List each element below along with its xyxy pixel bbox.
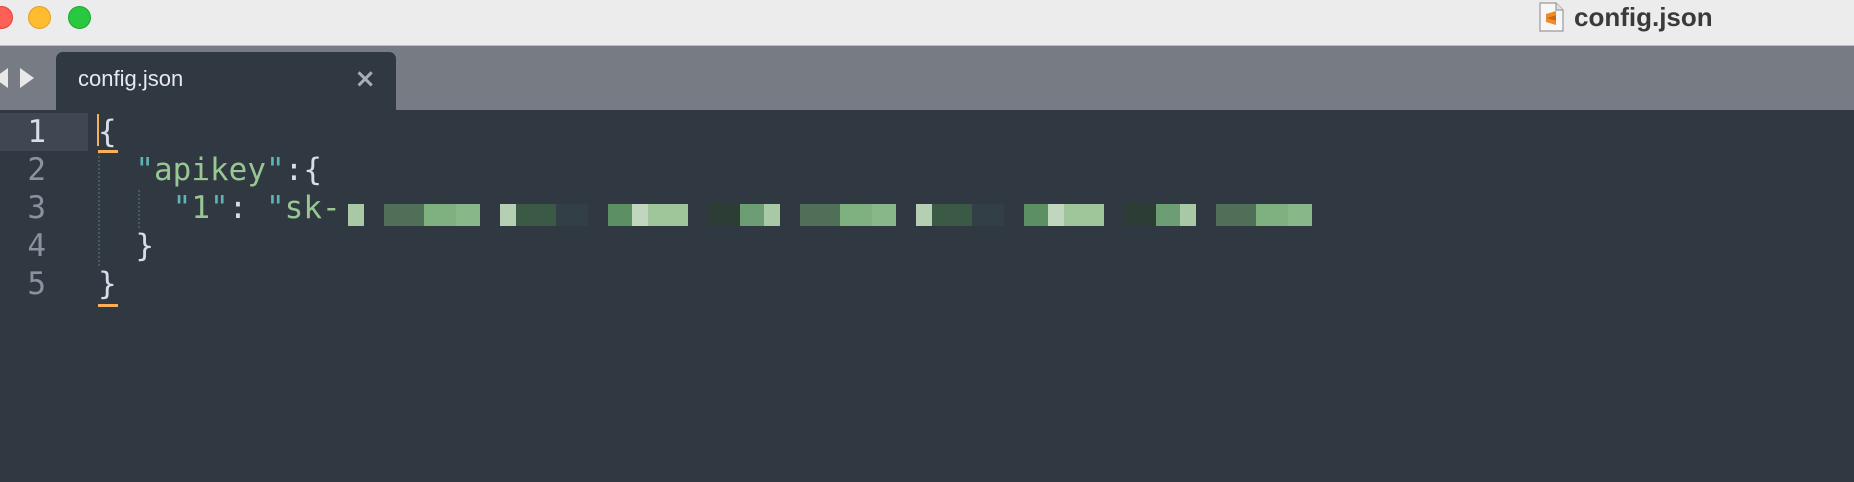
- redaction-pixel: [632, 204, 648, 226]
- tab-close-icon[interactable]: ×: [354, 66, 376, 92]
- line-content: "apikey":{: [98, 151, 322, 189]
- tab-next-arrow-icon[interactable]: [20, 68, 34, 88]
- window-title-group: config.json: [1538, 0, 1713, 34]
- redaction-pixel: [740, 204, 764, 226]
- redaction-pixel: [800, 204, 840, 226]
- code-token: 1: [191, 190, 210, 226]
- redaction-pixel: [916, 204, 932, 226]
- code-line[interactable]: 5 }: [0, 265, 1854, 303]
- redaction-pixel: [424, 204, 456, 226]
- redaction-pixel: [708, 204, 740, 226]
- line-number: 4: [27, 228, 46, 264]
- line-content: {: [98, 113, 117, 151]
- tab-label: config.json: [78, 66, 184, 91]
- redaction-pixel: [1180, 204, 1196, 226]
- redaction-pixel: [764, 204, 780, 226]
- tab-config-json[interactable]: config.json ×: [56, 52, 396, 110]
- zoom-window-button[interactable]: [68, 6, 91, 29]
- redaction-pixel: [1064, 204, 1104, 226]
- redaction-pixel: [1156, 204, 1180, 226]
- redaction-pixel: [1288, 204, 1312, 226]
- line-number: 5: [27, 266, 46, 302]
- redaction-pixel: [840, 204, 872, 226]
- redaction-pixel: [608, 204, 632, 226]
- code-token: ": [135, 152, 154, 188]
- code-token: :{: [284, 152, 322, 188]
- redaction-pixel: [1256, 204, 1288, 226]
- code-token: ": [266, 190, 285, 226]
- line-number: 1: [27, 114, 46, 150]
- indent-guide: [98, 152, 100, 266]
- redaction-pixel: [648, 204, 688, 226]
- line-content: }: [98, 265, 117, 303]
- line-number: 3: [27, 190, 46, 226]
- tab-navigation: [0, 68, 34, 88]
- redaction-pixel: [1124, 204, 1156, 226]
- bracket-match-underline: [98, 304, 118, 307]
- tab-prev-arrow-icon[interactable]: [0, 68, 8, 88]
- code-editor[interactable]: 1 { 2 "apikey":{ 3 "1": "sk- 4 } 5 }: [0, 110, 1854, 482]
- line-content: }: [98, 227, 154, 265]
- redaction-pixel: [516, 204, 556, 226]
- redacted-api-key: [348, 204, 1334, 226]
- code-token: ": [265, 152, 285, 188]
- redaction-pixel: [556, 204, 588, 226]
- bracket-match-underline: [98, 150, 118, 153]
- redaction-pixel: [348, 204, 364, 226]
- text-cursor: [97, 114, 99, 146]
- redaction-pixel: [1024, 204, 1048, 226]
- window-titlebar: config.json: [0, 0, 1854, 46]
- code-token: }: [98, 266, 117, 302]
- tab-bar: config.json ×: [0, 46, 1854, 110]
- line-content: "1": "sk-: [98, 189, 341, 227]
- code-token: {: [98, 114, 117, 150]
- code-token: ": [172, 190, 192, 226]
- redaction-pixel: [456, 204, 480, 226]
- redaction-pixel: [1048, 204, 1064, 226]
- line-number: 2: [27, 152, 46, 188]
- redaction-pixel: [872, 204, 896, 226]
- redaction-pixel: [972, 204, 1004, 226]
- close-window-button[interactable]: [0, 6, 13, 29]
- code-line[interactable]: 2 "apikey":{: [0, 151, 1854, 189]
- redaction-pixel: [500, 204, 516, 226]
- redaction-pixel: [384, 204, 424, 226]
- code-token: sk-: [284, 190, 341, 226]
- code-token: }: [98, 228, 154, 264]
- sublime-text-file-icon: [1539, 2, 1564, 32]
- indent-guide: [138, 190, 140, 228]
- code-token: :: [228, 190, 266, 226]
- window-title: config.json: [1574, 1, 1713, 32]
- redaction-pixel: [932, 204, 972, 226]
- code-token: ": [210, 190, 229, 226]
- code-token: apikey: [154, 152, 266, 188]
- code-line[interactable]: 4 }: [0, 227, 1854, 265]
- minimize-window-button[interactable]: [28, 6, 51, 29]
- redaction-pixel: [1216, 204, 1256, 226]
- code-line[interactable]: 1 {: [0, 113, 1854, 151]
